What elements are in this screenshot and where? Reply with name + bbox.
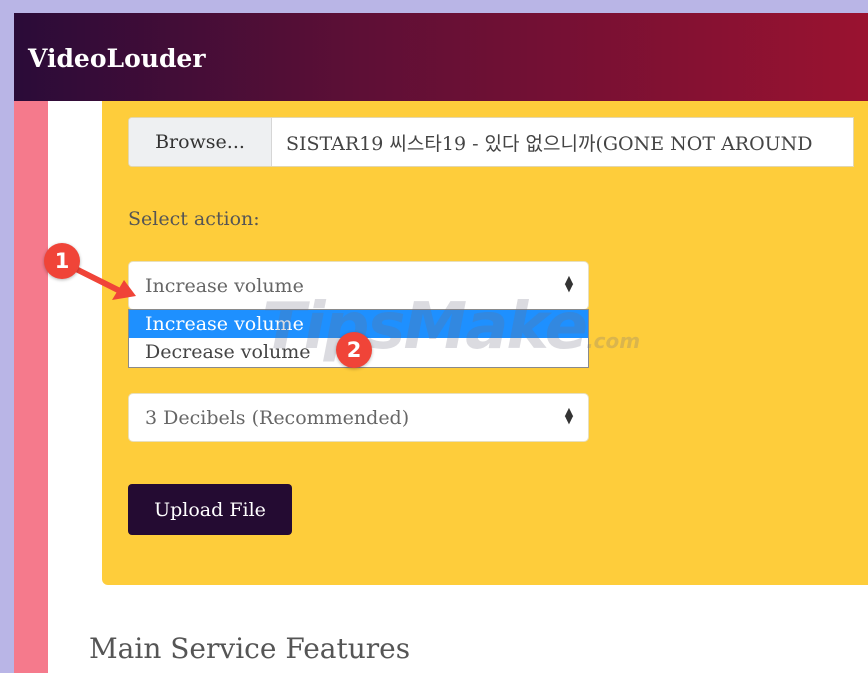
annotation-badge-2: 2 [336, 332, 372, 368]
annotation-arrow-icon [67, 263, 136, 300]
annotation-badge-1: 1 [44, 243, 80, 279]
